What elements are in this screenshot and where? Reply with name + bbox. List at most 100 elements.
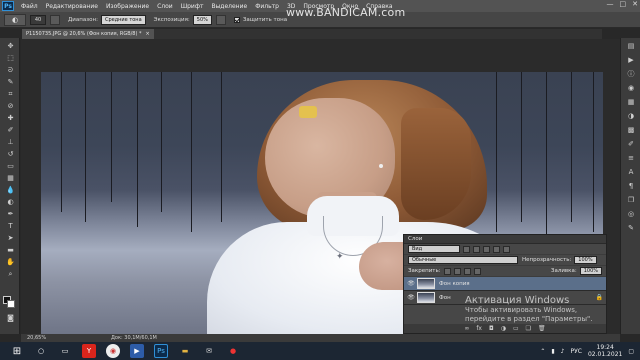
blur-tool-icon[interactable]: 💧 xyxy=(5,186,16,195)
exposure-input[interactable]: 50% xyxy=(192,14,212,25)
opacity-input[interactable]: 100% xyxy=(574,256,597,264)
star-pendant-icon: ✦ xyxy=(336,252,344,262)
history-panel-icon[interactable]: ▤ xyxy=(626,42,636,51)
layers-panel-icon[interactable]: ❐ xyxy=(626,196,636,205)
airbrush-icon[interactable] xyxy=(215,14,226,25)
layer-filter-select[interactable]: Вид xyxy=(408,245,460,253)
type-tool-icon[interactable]: T xyxy=(5,222,16,231)
lock-all-icon[interactable] xyxy=(473,267,481,275)
dodge-highlight-area xyxy=(299,106,317,118)
lock-position-icon[interactable] xyxy=(463,267,471,275)
marquee-tool-icon[interactable]: ⬚ xyxy=(5,54,16,63)
menu-select[interactable]: Выделение xyxy=(207,3,251,10)
language-indicator[interactable]: РУС xyxy=(571,348,582,355)
lock-transparent-icon[interactable] xyxy=(443,267,451,275)
zoom-tool-icon[interactable]: ⌕ xyxy=(5,270,16,279)
path-select-tool-icon[interactable]: ➤ xyxy=(5,234,16,243)
channels-panel-icon[interactable]: ◎ xyxy=(626,210,636,219)
layer-thumbnail xyxy=(417,292,435,303)
volume-icon[interactable]: ♪ xyxy=(561,348,565,355)
fill-input[interactable]: 100% xyxy=(579,267,602,275)
new-group-icon[interactable]: ▭ xyxy=(513,325,519,332)
lock-pixels-icon[interactable] xyxy=(453,267,461,275)
adjustment-layer-icon[interactable]: ◑ xyxy=(501,325,506,332)
document-tab[interactable]: P1150735.JPG @ 20,6% (Фон копия, RGB/8) … xyxy=(22,29,154,39)
close-tab-icon[interactable]: × xyxy=(146,31,150,37)
filter-adjustment-icon[interactable] xyxy=(473,245,480,253)
filter-smart-object-icon[interactable] xyxy=(503,245,510,253)
search-icon[interactable]: ○ xyxy=(34,344,48,358)
history-brush-tool-icon[interactable]: ↺ xyxy=(5,150,16,159)
layers-panel-title[interactable]: Слои xyxy=(408,236,422,242)
notifications-icon[interactable]: ▢ xyxy=(628,348,634,355)
background-color-swatch[interactable] xyxy=(7,300,15,308)
maximize-button[interactable]: □ xyxy=(620,0,627,8)
properties-panel-icon[interactable]: ≡ xyxy=(626,154,636,163)
start-button-icon[interactable]: ⊞ xyxy=(10,344,24,358)
yandex-browser-icon[interactable]: Y xyxy=(82,344,96,358)
eraser-tool-icon[interactable]: ▭ xyxy=(5,162,16,171)
filter-pixel-icon[interactable] xyxy=(463,245,470,253)
swatches-panel-icon[interactable]: ▦ xyxy=(626,98,636,107)
visibility-eye-icon[interactable]: 👁 xyxy=(407,294,415,301)
link-layers-icon[interactable]: ∞ xyxy=(464,325,469,332)
chrome-icon[interactable]: ◉ xyxy=(106,344,120,358)
move-tool-icon[interactable]: ✥ xyxy=(5,42,16,51)
quick-mask-icon[interactable]: ◙ xyxy=(5,314,16,323)
network-icon[interactable]: ▮ xyxy=(551,348,554,355)
minimize-button[interactable]: — xyxy=(607,0,614,8)
brush-tool-icon[interactable]: ✐ xyxy=(5,126,16,135)
blend-mode-select[interactable]: Обычные xyxy=(408,256,518,264)
clock[interactable]: 19:24 02.01.2021 xyxy=(588,344,622,358)
filter-shape-icon[interactable] xyxy=(493,245,500,253)
menu-type[interactable]: Шрифт xyxy=(177,3,208,10)
info-panel-icon[interactable]: ⓘ xyxy=(626,70,636,79)
file-explorer-icon[interactable]: ▬ xyxy=(178,344,192,358)
layer-row-background-copy[interactable]: 👁 Фон копия xyxy=(404,277,606,291)
color-panel-icon[interactable]: ◉ xyxy=(626,84,636,93)
crop-tool-icon[interactable]: ⌗ xyxy=(5,90,16,99)
shape-tool-icon[interactable]: ▬ xyxy=(5,246,16,255)
clone-stamp-tool-icon[interactable]: ⊥ xyxy=(5,138,16,147)
healing-tool-icon[interactable]: ✚ xyxy=(5,114,16,123)
new-layer-icon[interactable]: ❏ xyxy=(526,325,531,332)
bandicam-record-icon[interactable]: ● xyxy=(226,344,240,358)
task-view-icon[interactable]: ▭ xyxy=(58,344,72,358)
visibility-eye-icon[interactable]: 👁 xyxy=(407,280,415,287)
actions-panel-icon[interactable]: ▶ xyxy=(626,56,636,65)
paths-panel-icon[interactable]: ✎ xyxy=(626,224,636,233)
quick-select-tool-icon[interactable]: ✎ xyxy=(5,78,16,87)
menu-file[interactable]: Файл xyxy=(17,3,42,10)
brush-presets-panel-icon[interactable]: ✐ xyxy=(626,140,636,149)
menu-edit[interactable]: Редактирование xyxy=(42,3,102,10)
brush-size-picker[interactable]: 40 xyxy=(30,14,46,25)
layer-style-icon[interactable]: fx xyxy=(476,325,482,332)
range-select[interactable]: Средние тона xyxy=(100,14,146,25)
tray-chevron-icon[interactable]: ⌃ xyxy=(540,348,545,355)
protect-tones-checkbox[interactable] xyxy=(233,16,240,23)
mail-icon[interactable]: ✉ xyxy=(202,344,216,358)
character-panel-icon[interactable]: A xyxy=(626,168,636,177)
styles-panel-icon[interactable]: ▩ xyxy=(626,126,636,135)
pen-tool-icon[interactable]: ✒ xyxy=(5,210,16,219)
zoom-level[interactable]: 20,65% xyxy=(21,335,51,341)
menu-layers[interactable]: Слои xyxy=(153,3,177,10)
menu-filter[interactable]: Фильтр xyxy=(251,3,283,10)
layer-mask-icon[interactable]: ◘ xyxy=(489,325,494,332)
paragraph-panel-icon[interactable]: ¶ xyxy=(626,182,636,191)
dodge-tool-icon[interactable]: ◐ xyxy=(4,13,26,26)
dodge-tool-icon[interactable]: ◐ xyxy=(5,198,16,207)
brush-panel-icon[interactable] xyxy=(50,14,60,25)
menu-image[interactable]: Изображение xyxy=(102,3,153,10)
adjustments-panel-icon[interactable]: ◑ xyxy=(626,112,636,121)
gradient-tool-icon[interactable]: ▦ xyxy=(5,174,16,183)
hand-tool-icon[interactable]: ✋ xyxy=(5,258,16,267)
close-button[interactable]: ✕ xyxy=(632,0,638,8)
eyedropper-tool-icon[interactable]: ⊘ xyxy=(5,102,16,111)
photoshop-taskbar-icon[interactable]: Ps xyxy=(154,344,168,358)
lasso-tool-icon[interactable]: ᘐ xyxy=(5,66,16,75)
document-size-info[interactable]: Док: 30,1M/60,1M xyxy=(111,335,157,341)
filter-type-icon[interactable] xyxy=(483,245,490,253)
delete-layer-icon[interactable]: 🗑 xyxy=(538,325,546,332)
video-editor-icon[interactable]: ▶ xyxy=(130,344,144,358)
